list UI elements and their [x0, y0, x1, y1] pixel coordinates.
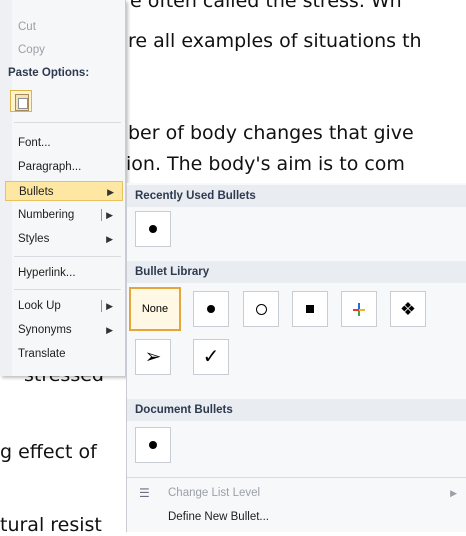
- bullet-colored-diamond[interactable]: [341, 291, 377, 327]
- bullet-hollow-circle[interactable]: [243, 291, 279, 327]
- menu-item-synonyms[interactable]: Synonyms ▶: [18, 320, 121, 340]
- doc-line-7: tural resist: [0, 514, 102, 536]
- bullets-label: Bullets: [19, 186, 54, 198]
- change-list-level-item[interactable]: ☰ Change List Level ▶: [127, 482, 466, 504]
- bullet-arrowhead[interactable]: ➢: [135, 339, 171, 375]
- split-divider: [101, 209, 102, 221]
- submenu-arrow-icon: ▶: [107, 187, 114, 197]
- doc-line-6: g effect of: [0, 441, 97, 463]
- submenu-arrow-icon: ▶: [106, 325, 113, 335]
- menu-item-bullets[interactable]: Bullets ▶: [5, 181, 123, 201]
- menu-item-look-up[interactable]: Look Up ▶: [18, 296, 121, 316]
- recent-bullet-filled-circle[interactable]: [135, 211, 171, 247]
- gallery-separator: [127, 477, 466, 478]
- menu-item-cut[interactable]: Cut: [18, 17, 121, 37]
- change-list-level-label: Change List Level: [168, 487, 261, 499]
- synonyms-label: Synonyms: [18, 324, 72, 336]
- filled-circle-icon: [207, 305, 215, 313]
- filled-square-icon: [306, 305, 314, 313]
- menu-separator: [14, 122, 121, 123]
- paste-options-label: Paste Options:: [8, 67, 90, 79]
- bullets-gallery: Recently Used Bullets Bullet Library Non…: [126, 183, 466, 532]
- doc-line-2: re all examples of situations th: [128, 30, 422, 52]
- menu-item-styles[interactable]: Styles ▶: [18, 229, 121, 249]
- arrowhead-icon: ➢: [144, 346, 162, 368]
- list-level-icon: ☰: [139, 486, 150, 500]
- context-menu: Cut Copy Paste Options: Font... Paragrap…: [0, 0, 126, 376]
- menu-separator: [14, 256, 121, 257]
- recently-used-header: Recently Used Bullets: [127, 185, 466, 207]
- bullet-library-header: Bullet Library: [127, 261, 466, 283]
- menu-item-translate[interactable]: Translate: [18, 344, 121, 364]
- doc-line-3: ber of body changes that give: [128, 122, 414, 144]
- document-bullet-filled-circle[interactable]: [135, 427, 171, 463]
- numbering-label: Numbering: [18, 209, 75, 221]
- document-bullets-header: Document Bullets: [127, 399, 466, 421]
- none-label: None: [141, 303, 169, 315]
- doc-line-4: ion. The body's aim is to com: [126, 153, 405, 175]
- submenu-arrow-icon[interactable]: ▶: [106, 205, 113, 225]
- bullet-filled-square[interactable]: [292, 291, 328, 327]
- styles-label: Styles: [18, 233, 50, 245]
- submenu-arrow-icon: ▶: [450, 488, 457, 498]
- checkmark-icon: ✓: [202, 346, 220, 368]
- filled-circle-icon: [149, 441, 157, 449]
- menu-item-numbering[interactable]: Numbering ▶: [18, 205, 121, 225]
- menu-item-font[interactable]: Font...: [18, 133, 121, 153]
- bullet-none-option[interactable]: None: [129, 287, 181, 331]
- define-new-bullet-item[interactable]: Define New Bullet...: [127, 506, 466, 528]
- split-divider: [101, 300, 102, 312]
- define-new-bullet-label: Define New Bullet...: [168, 511, 269, 523]
- four-diamond-icon: ❖: [399, 299, 417, 319]
- hollow-circle-icon: [255, 303, 267, 315]
- filled-circle-icon: [149, 225, 157, 233]
- submenu-arrow-icon: ▶: [106, 234, 113, 244]
- bullet-filled-circle[interactable]: [193, 291, 229, 327]
- bullet-checkmark[interactable]: ✓: [193, 339, 229, 375]
- paste-keep-text-icon[interactable]: [10, 90, 32, 112]
- bullet-four-diamond[interactable]: ❖: [390, 291, 426, 327]
- four-diamond-colored-icon: [353, 303, 365, 316]
- menu-item-paragraph[interactable]: Paragraph...: [18, 157, 121, 177]
- look-up-label: Look Up: [18, 300, 61, 312]
- menu-item-copy[interactable]: Copy: [18, 40, 121, 60]
- submenu-arrow-icon[interactable]: ▶: [106, 296, 113, 316]
- menu-item-hyperlink[interactable]: Hyperlink...: [18, 263, 121, 283]
- menu-separator: [14, 289, 121, 290]
- doc-line-1: e often called the stress. Wh: [130, 0, 402, 12]
